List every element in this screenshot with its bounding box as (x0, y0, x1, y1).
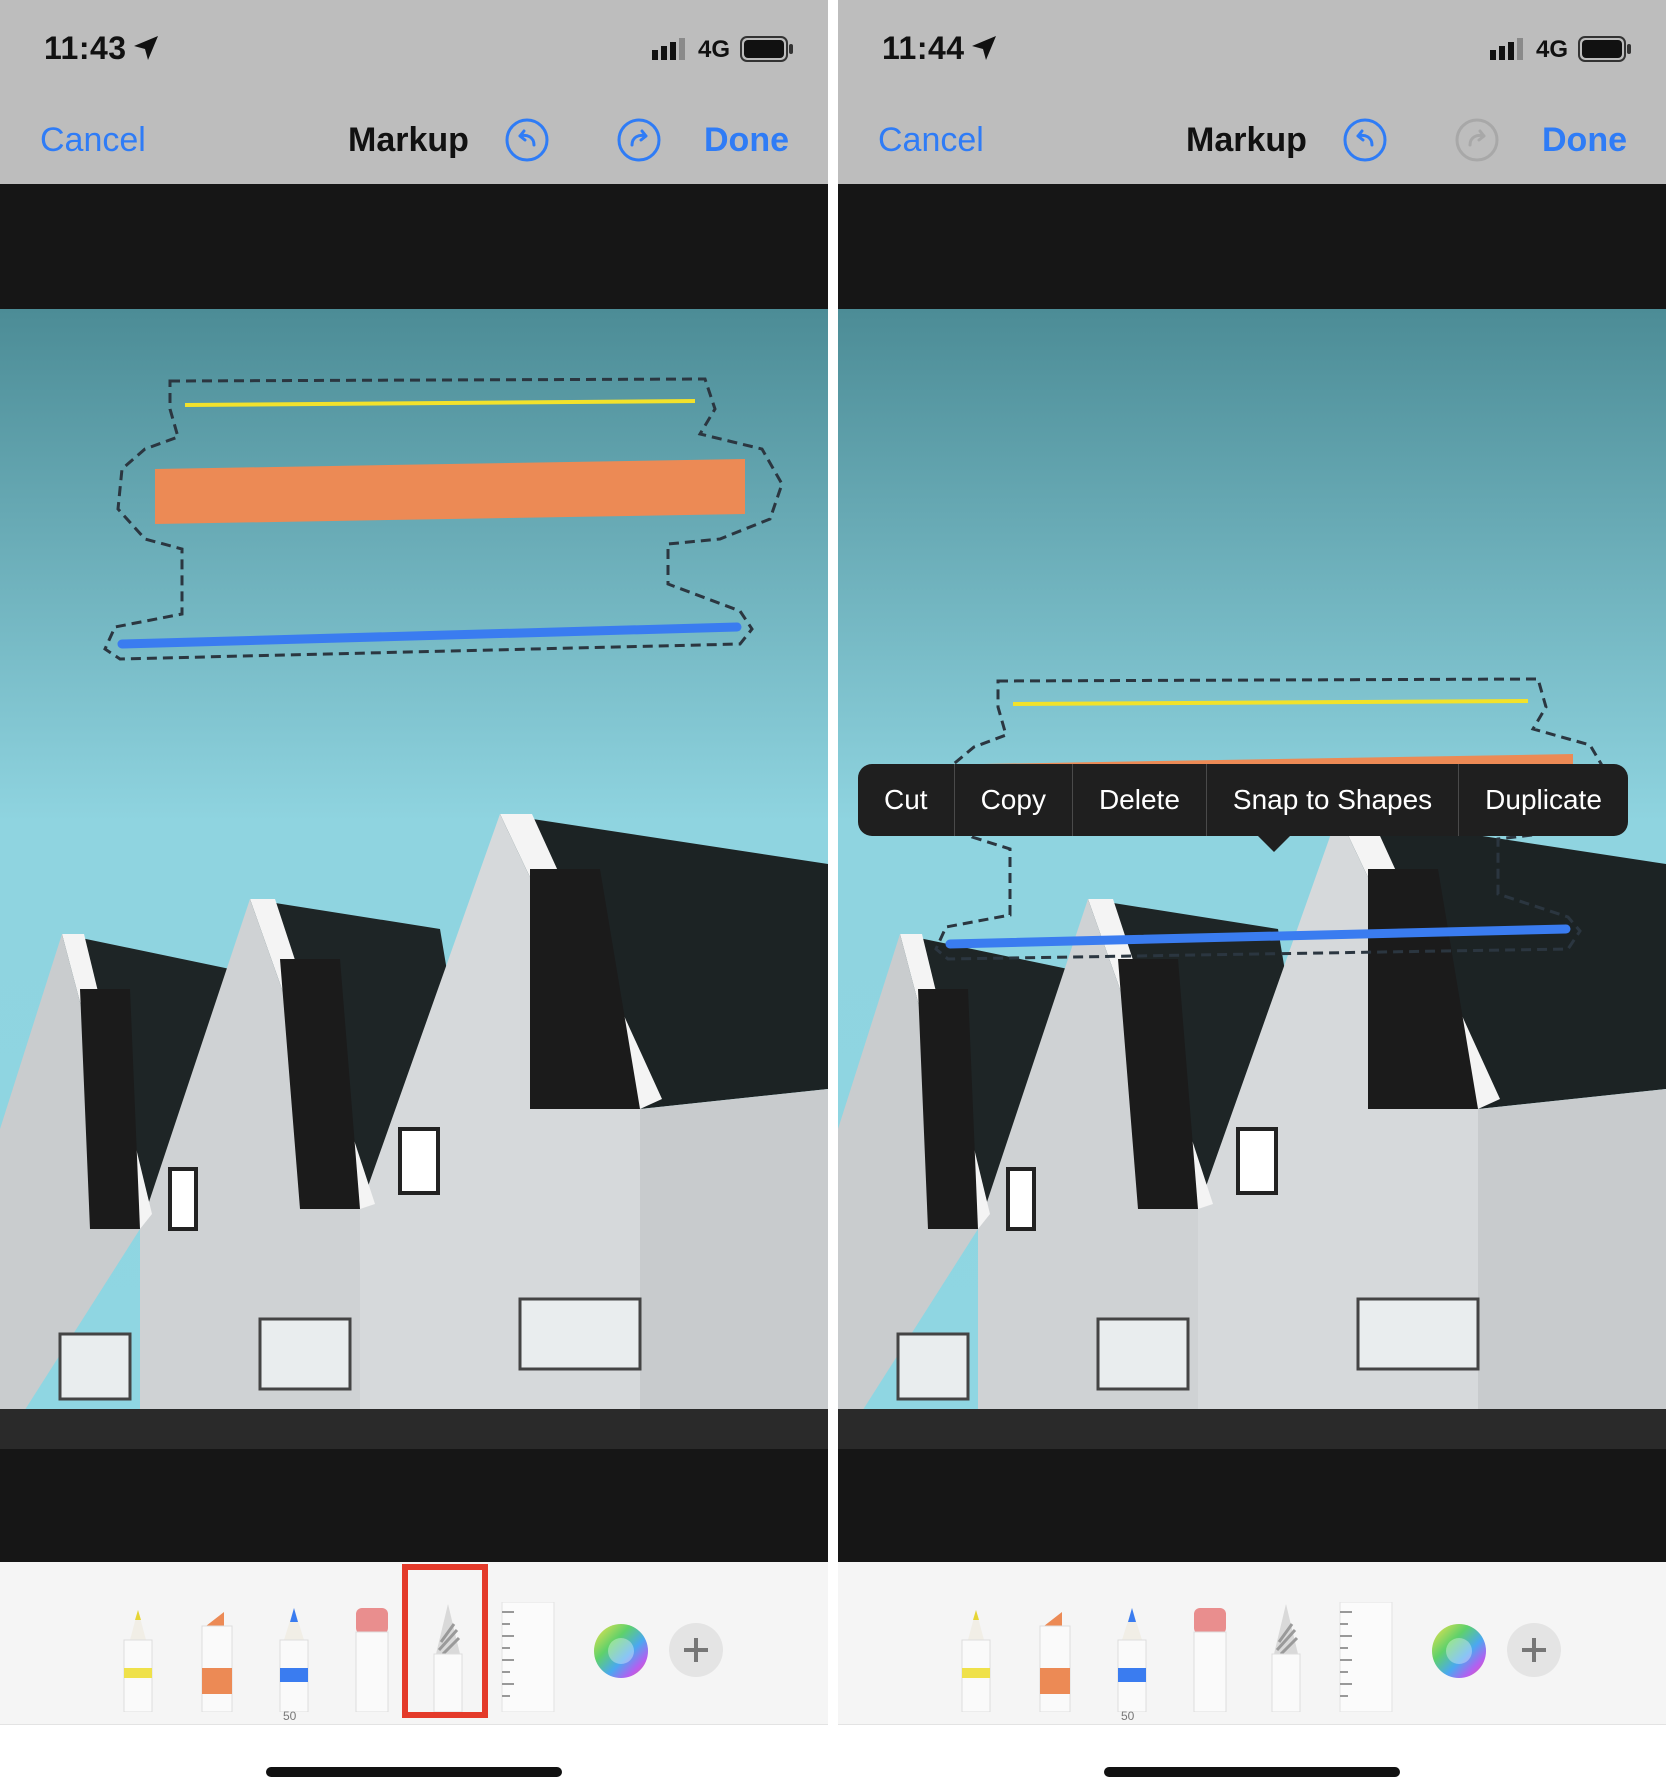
home-indicator-area (0, 1724, 828, 1792)
tool-palette: 50 (0, 1562, 828, 1724)
photo-houses (838, 309, 1666, 1449)
color-picker-icon[interactable] (592, 1622, 650, 1680)
pen-icon[interactable] (956, 1602, 996, 1712)
location-arrow-icon (134, 36, 158, 60)
markup-screen-left: 11:43 4G Cancel Markup Done 50 (0, 0, 828, 1792)
lasso-icon[interactable] (1266, 1602, 1306, 1712)
nav-bar: Cancel Markup Done (0, 95, 828, 184)
home-indicator-area (838, 1724, 1666, 1792)
pen-icon[interactable] (118, 1602, 158, 1712)
markup-canvas[interactable]: Cut Copy Delete Snap to Shapes Duplicate (838, 184, 1666, 1562)
signal-icon (1490, 38, 1523, 60)
eraser-icon[interactable] (1190, 1602, 1230, 1712)
edit-context-menu: Cut Copy Delete Snap to Shapes Duplicate (858, 764, 1628, 836)
battery-icon (740, 36, 793, 62)
status-bar: 11:43 4G (0, 0, 828, 95)
done-button[interactable]: Done (704, 121, 789, 160)
network-type: 4G (1536, 36, 1569, 63)
marker-icon[interactable] (1034, 1602, 1074, 1712)
status-bar: 11:44 4G (838, 0, 1666, 95)
ruler-icon[interactable] (1338, 1602, 1394, 1712)
pencil-icon[interactable] (1112, 1602, 1152, 1712)
undo-icon[interactable] (503, 116, 551, 164)
home-indicator[interactable] (1104, 1767, 1400, 1777)
menu-cut[interactable]: Cut (858, 764, 955, 836)
color-picker-icon[interactable] (1430, 1622, 1488, 1680)
cancel-button[interactable]: Cancel (40, 121, 146, 160)
page-title: Markup (1186, 121, 1307, 159)
menu-snap-to-shapes[interactable]: Snap to Shapes (1207, 764, 1460, 836)
marker-icon[interactable] (196, 1602, 236, 1712)
tool-palette: 50 (838, 1562, 1666, 1724)
battery-icon (1578, 36, 1631, 62)
network-type: 4G (698, 36, 731, 63)
pencil-size-label: 50 (283, 1709, 297, 1723)
add-icon[interactable] (668, 1622, 724, 1678)
redo-icon[interactable] (1453, 116, 1501, 164)
pencil-icon[interactable] (274, 1602, 314, 1712)
signal-icon (652, 38, 685, 60)
status-time: 11:43 (44, 30, 127, 66)
undo-icon[interactable] (1341, 116, 1389, 164)
done-button[interactable]: Done (1542, 121, 1627, 160)
markup-canvas[interactable] (0, 184, 828, 1562)
nav-bar: Cancel Markup Done (838, 95, 1666, 184)
redo-icon[interactable] (615, 116, 663, 164)
pencil-size-label: 50 (1121, 1709, 1135, 1723)
cancel-button[interactable]: Cancel (878, 121, 984, 160)
menu-duplicate[interactable]: Duplicate (1459, 764, 1628, 836)
add-icon[interactable] (1506, 1622, 1562, 1678)
status-time: 11:44 (882, 30, 965, 66)
location-arrow-icon (972, 36, 996, 60)
ruler-icon[interactable] (500, 1602, 556, 1712)
menu-copy[interactable]: Copy (955, 764, 1073, 836)
markup-screen-right: 11:44 4G Cancel Markup Done Cut Copy Del… (838, 0, 1666, 1792)
eraser-icon[interactable] (352, 1602, 392, 1712)
page-title: Markup (348, 121, 469, 159)
menu-pointer-arrow (1258, 836, 1290, 852)
menu-delete[interactable]: Delete (1073, 764, 1207, 836)
home-indicator[interactable] (266, 1767, 562, 1777)
selected-tool-highlight (402, 1564, 488, 1718)
photo-houses (0, 309, 828, 1449)
